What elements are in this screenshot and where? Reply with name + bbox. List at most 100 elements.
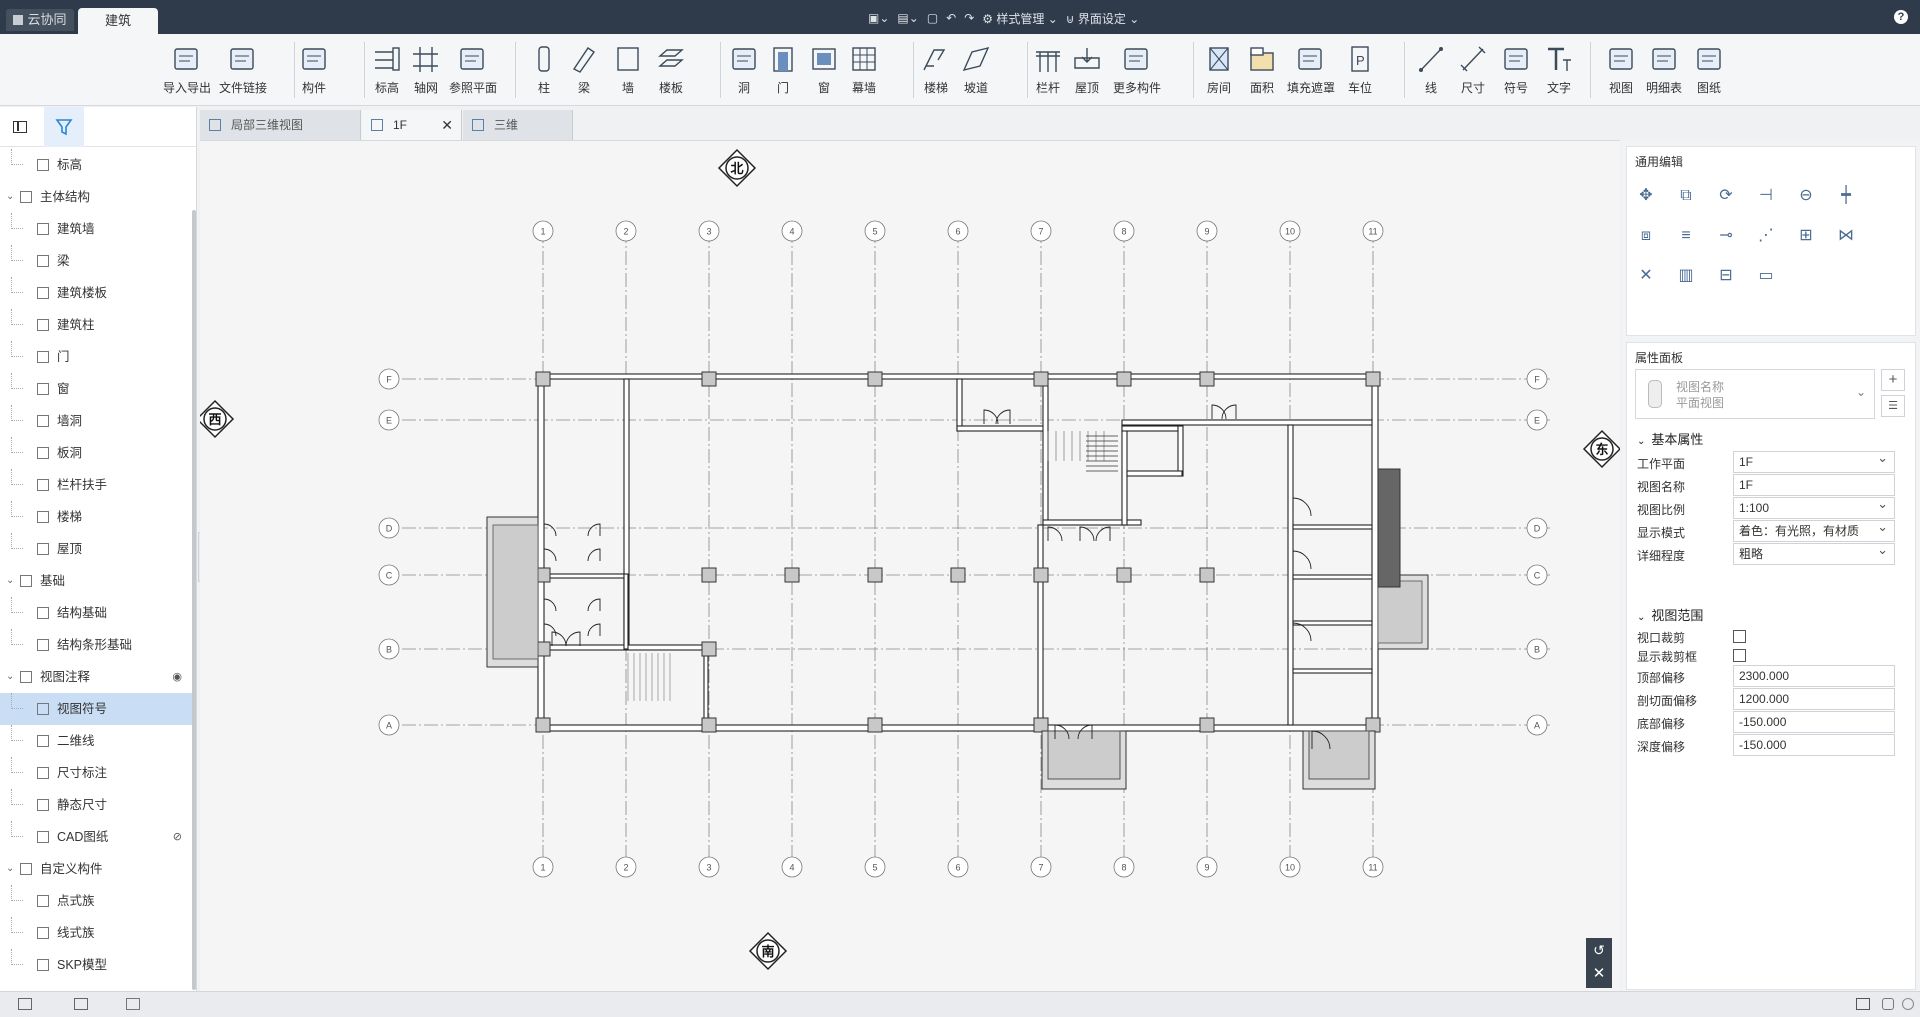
prop-select[interactable]: 1F — [1733, 448, 1895, 473]
prop-input[interactable]: 2300.000 — [1733, 665, 1895, 687]
ribbon-button-beam[interactable]: 梁 — [561, 44, 607, 96]
tree-item[interactable]: 栏杆扶手 — [0, 469, 192, 501]
ribbon-button-schedule[interactable]: 明细表 — [1641, 44, 1687, 96]
tree-item[interactable]: SKP模型 — [0, 949, 192, 981]
tree-item[interactable]: 视图符号 — [0, 693, 192, 725]
close-view-icon[interactable]: ✕ — [1586, 962, 1612, 986]
ribbon-button-reference-plane[interactable]: 参照平面 — [449, 44, 497, 96]
ribbon-button-door[interactable]: 门 — [760, 44, 806, 96]
eye-hidden-icon[interactable]: ⊘ — [173, 821, 182, 853]
ribbon-button-more-components[interactable]: 更多构件 — [1113, 44, 1161, 96]
chevron-down-icon[interactable]: ⌄ — [6, 853, 14, 885]
3d-icon[interactable]: ▥ — [1675, 265, 1697, 287]
drawing-canvas[interactable]: 1 1 2 2 3 3 4 4 5 5 6 6 7 7 8 8 9 9 10 10 11 11 F F E E D D C C B B A A 北南… — [200, 140, 1620, 991]
help-icon[interactable]: ? — [1894, 10, 1908, 24]
tree-item[interactable]: 建筑柱 — [0, 309, 192, 341]
edit-type-button[interactable]: ☰ — [1881, 395, 1905, 417]
panel-toggle-icon[interactable] — [13, 121, 27, 133]
basic-props-header[interactable]: ⌄ 基本属性 — [1637, 429, 1703, 448]
filter-tab[interactable] — [44, 107, 84, 147]
tab-local-3d-view[interactable]: 局部三维视图 — [200, 110, 361, 140]
save-icon[interactable]: ▢ — [927, 11, 938, 25]
tree-group[interactable]: ⌄ 视图注释 ◉ — [0, 661, 192, 693]
rotate-icon[interactable]: ⟳ — [1715, 185, 1737, 207]
tree-item[interactable]: CAD图纸 ⊘ — [0, 821, 192, 853]
tree-item[interactable]: 结构条形基础 — [0, 629, 192, 661]
view-range-header[interactable]: ⌄ 视图范围 — [1637, 605, 1703, 624]
tree-group[interactable]: ⌄ 自定义构件 — [0, 853, 192, 885]
prop-input[interactable]: -150.000 — [1733, 711, 1895, 733]
close-icon[interactable]: ✕ — [441, 110, 453, 140]
ribbon-button-sheet[interactable]: 图纸 — [1686, 44, 1732, 96]
tree-group[interactable]: ⌄ 基础 — [0, 565, 192, 597]
tab-architecture[interactable]: 建筑 — [78, 8, 158, 34]
tab-1f[interactable]: 1F ✕ — [362, 110, 462, 140]
tree-item[interactable]: 屋顶 — [0, 533, 192, 565]
break-icon[interactable]: ⊸ — [1715, 225, 1737, 247]
tile-icon[interactable] — [74, 998, 88, 1010]
prop-input[interactable]: -150.000 — [1733, 734, 1895, 756]
chevron-down-icon[interactable]: ⌄ — [6, 565, 14, 597]
prop-select[interactable]: 粗略 — [1733, 540, 1895, 565]
ribbon-button-slab[interactable]: 楼板 — [648, 44, 694, 96]
ribbon-button-dimension[interactable]: 尺寸 — [1450, 44, 1496, 96]
ribbon-button-curtain-wall[interactable]: 幕墙 — [841, 44, 887, 96]
eye-icon[interactable]: ◉ — [172, 661, 182, 693]
ribbon-button-roof[interactable]: 屋顶 — [1064, 44, 1110, 96]
prop-input[interactable]: 1F — [1733, 474, 1895, 496]
delete-icon[interactable]: ✕ — [1635, 265, 1657, 287]
style-manage-menu[interactable]: ⚙ 样式管理 ⌄ — [982, 10, 1058, 27]
tree-item[interactable]: 建筑墙 — [0, 213, 192, 245]
prop-input[interactable]: 1200.000 — [1733, 688, 1895, 710]
measure-icon[interactable]: ▭ — [1755, 265, 1777, 287]
tree-item[interactable]: 楼梯 — [0, 501, 192, 533]
group-icon[interactable]: ⊞ — [1795, 225, 1817, 247]
checkbox[interactable] — [1733, 630, 1746, 643]
ribbon-button-line[interactable]: 线 — [1408, 44, 1454, 96]
checkbox[interactable] — [1733, 649, 1746, 662]
undo-icon[interactable]: ↶ — [946, 11, 956, 25]
tree-item[interactable]: 建筑楼板 — [0, 277, 192, 309]
ribbon-button-area[interactable]: 面积 — [1239, 44, 1285, 96]
ribbon-button-view[interactable]: 视图 — [1598, 44, 1644, 96]
tree-item[interactable]: 墙洞 — [0, 405, 192, 437]
ribbon-button-wall[interactable]: 墙 — [605, 44, 651, 96]
open-file-icon[interactable]: ▤⌄ — [897, 11, 918, 25]
prop-select[interactable]: 着色：有光照，有材质 — [1733, 517, 1895, 542]
ribbon-button-component[interactable]: 构件 — [291, 44, 337, 96]
new-file-icon[interactable]: ▣⌄ — [868, 11, 889, 25]
ribbon-button-text[interactable]: 文字 — [1536, 44, 1582, 96]
ribbon-button-grid[interactable]: 轴网 — [403, 44, 449, 96]
tree-item[interactable]: 静态尺寸 — [0, 789, 192, 821]
tree-item[interactable]: 点式族 — [0, 885, 192, 917]
tree-item[interactable]: 标高 — [0, 149, 192, 181]
status-db-icon[interactable] — [1882, 998, 1894, 1010]
tree-scrollbar[interactable] — [192, 210, 196, 990]
chevron-down-icon[interactable]: ⌄ — [6, 661, 14, 693]
ribbon-button-room[interactable]: 房间 — [1196, 44, 1242, 96]
add-type-button[interactable]: + — [1881, 369, 1905, 391]
tree-item[interactable]: 板洞 — [0, 437, 192, 469]
ribbon-button-cad-import-export[interactable]: 导入导出 — [163, 44, 211, 96]
offset-icon[interactable]: ⧈ — [1635, 225, 1657, 247]
tree-item[interactable]: 窗 — [0, 373, 192, 405]
tab-cloud-collab[interactable]: 云协同 — [6, 9, 74, 31]
redo-icon[interactable]: ↷ — [964, 11, 974, 25]
copy-icon[interactable]: ⧉ — [1675, 185, 1697, 207]
grid-view-icon[interactable] — [126, 998, 140, 1010]
status-settings-icon[interactable] — [1856, 998, 1870, 1010]
split-icon[interactable]: ⊖ — [1795, 185, 1817, 207]
mirror-icon[interactable]: ⋈ — [1835, 225, 1857, 247]
layout-icon[interactable] — [18, 998, 32, 1010]
ribbon-button-parking[interactable]: P 车位 — [1337, 44, 1383, 96]
reset-view-icon[interactable]: ↺ — [1586, 938, 1612, 962]
ribbon-button-file-link[interactable]: 文件链接 — [219, 44, 267, 96]
tree-item[interactable]: 结构基础 — [0, 597, 192, 629]
trim-icon[interactable]: ⊣ — [1755, 185, 1777, 207]
floor-plan-drawing[interactable]: 11223344556677889910101111F FE ED DC CB BA A北南… — [200, 141, 1620, 992]
extend-icon[interactable]: ┿ — [1835, 185, 1857, 207]
ui-settings-menu[interactable]: ⊍ 界面设定 ⌄ — [1066, 10, 1140, 27]
status-info-icon[interactable] — [1902, 998, 1914, 1010]
prop-select[interactable]: 1:100 — [1733, 494, 1895, 519]
tree-item[interactable]: 二维线 — [0, 725, 192, 757]
